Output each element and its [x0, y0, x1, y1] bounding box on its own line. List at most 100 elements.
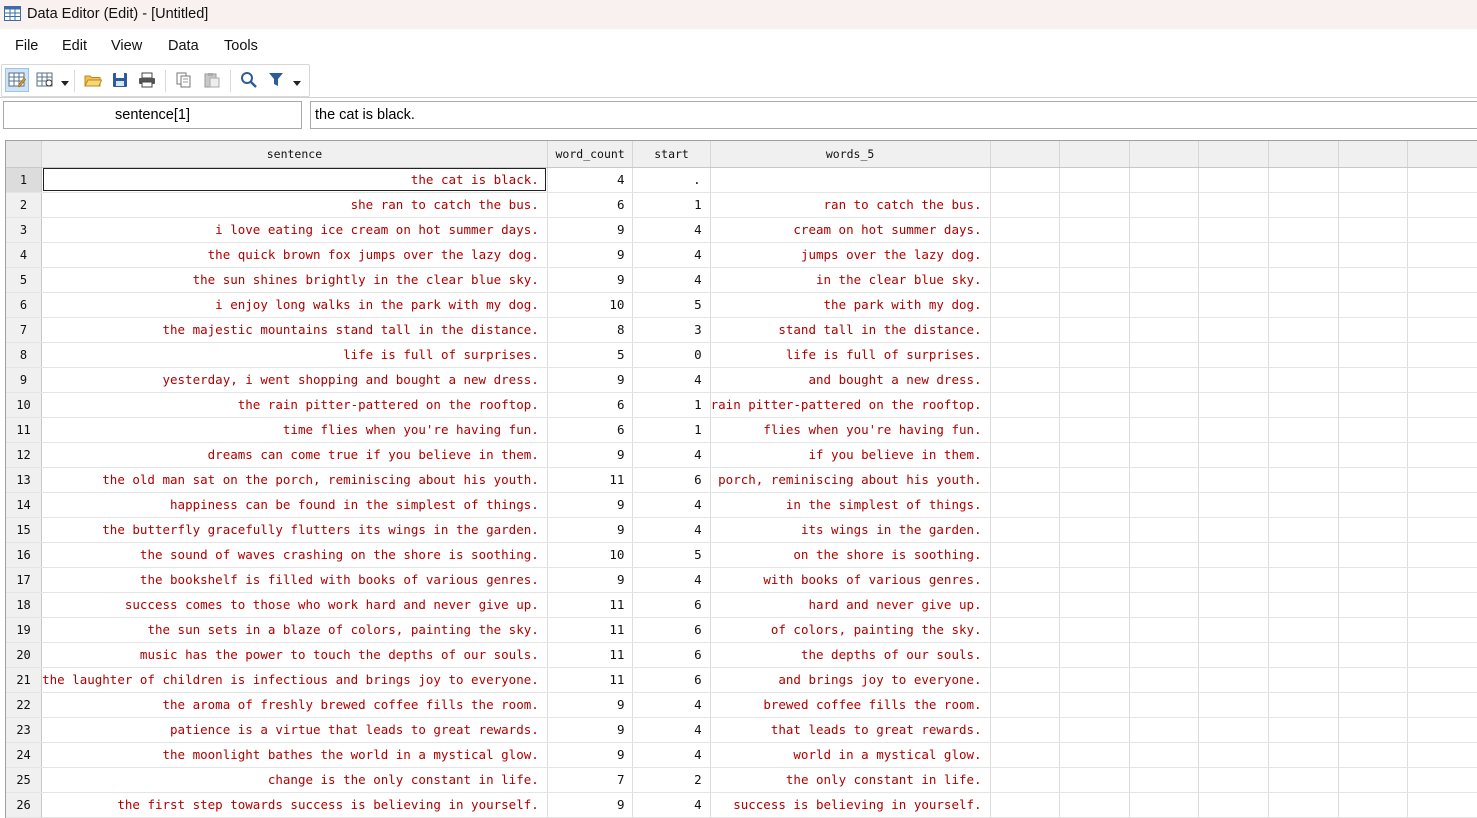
column-header-sentence[interactable]: sentence [41, 141, 548, 168]
cell-empty[interactable] [1129, 242, 1200, 268]
cell-empty[interactable] [1338, 692, 1409, 718]
cell-empty[interactable] [1198, 692, 1270, 718]
cell-words-5[interactable] [710, 167, 991, 193]
cell-empty[interactable] [1198, 617, 1270, 643]
cell-empty[interactable] [1129, 692, 1200, 718]
cell-word-count[interactable]: 11 [547, 617, 634, 643]
cell-empty[interactable] [1407, 442, 1477, 468]
cell-empty[interactable] [1268, 167, 1339, 193]
cell-word-count[interactable]: 6 [547, 417, 634, 443]
cell-empty[interactable] [1407, 642, 1477, 668]
cell-words-5[interactable]: the park with my dog. [710, 292, 991, 318]
cell-empty[interactable] [1059, 442, 1130, 468]
cell-empty[interactable] [1129, 517, 1200, 543]
cell-empty[interactable] [1129, 217, 1200, 243]
cell-empty[interactable] [1268, 467, 1339, 493]
cell-empty[interactable] [1129, 342, 1200, 368]
cell-empty[interactable] [1059, 517, 1130, 543]
cell-sentence[interactable]: the bookshelf is filled with books of va… [41, 567, 548, 593]
cell-empty[interactable] [990, 617, 1061, 643]
cell-empty[interactable] [1129, 792, 1200, 818]
cell-empty[interactable] [990, 367, 1061, 393]
cell-empty[interactable] [1059, 367, 1130, 393]
cell-start[interactable]: 1 [632, 192, 711, 218]
cell-empty[interactable] [1198, 442, 1270, 468]
cell-empty[interactable] [1129, 392, 1200, 418]
cell-word-count[interactable]: 9 [547, 367, 634, 393]
cell-empty[interactable] [1338, 267, 1409, 293]
cell-start[interactable]: 4 [632, 267, 711, 293]
cell-words-5[interactable]: on the shore is soothing. [710, 542, 991, 568]
cell-word-count[interactable]: 5 [547, 342, 634, 368]
cell-sentence[interactable]: the majestic mountains stand tall in the… [41, 317, 548, 343]
cell-empty[interactable] [1129, 442, 1200, 468]
cell-empty[interactable] [1059, 717, 1130, 743]
row-number[interactable]: 9 [6, 367, 43, 393]
cell-empty[interactable] [1338, 367, 1409, 393]
row-number[interactable]: 3 [6, 217, 43, 243]
cell-empty[interactable] [990, 192, 1061, 218]
cell-empty[interactable] [1059, 342, 1130, 368]
cell-start[interactable]: 5 [632, 292, 711, 318]
column-header-word-count[interactable]: word_count [547, 141, 634, 168]
cell-start[interactable]: 4 [632, 242, 711, 268]
cell-empty[interactable] [1338, 717, 1409, 743]
cell-empty[interactable] [1198, 767, 1270, 793]
cell-empty[interactable] [1338, 767, 1409, 793]
row-number[interactable]: 24 [6, 742, 43, 768]
cell-empty[interactable] [1338, 217, 1409, 243]
cell-word-count[interactable]: 10 [547, 292, 634, 318]
cell-empty[interactable] [1129, 417, 1200, 443]
cell-sentence[interactable]: the cat is black. [41, 167, 548, 193]
cell-empty[interactable] [1407, 492, 1477, 518]
cell-sentence[interactable]: the sun sets in a blaze of colors, paint… [41, 617, 548, 643]
cell-start[interactable]: 4 [632, 492, 711, 518]
edit-mode-icon[interactable] [5, 68, 29, 92]
cell-empty[interactable] [1268, 592, 1339, 618]
cell-sentence[interactable]: she ran to catch the bus. [41, 192, 548, 218]
cell-start[interactable]: 4 [632, 792, 711, 818]
row-number[interactable]: 7 [6, 317, 43, 343]
row-number[interactable]: 20 [6, 642, 43, 668]
cell-empty[interactable] [1407, 267, 1477, 293]
cell-empty[interactable] [1059, 192, 1130, 218]
cell-empty[interactable] [1268, 417, 1339, 443]
row-number[interactable]: 13 [6, 467, 43, 493]
cell-empty[interactable] [990, 517, 1061, 543]
cell-start[interactable]: 4 [632, 692, 711, 718]
cell-sentence[interactable]: i love eating ice cream on hot summer da… [41, 217, 548, 243]
cell-empty[interactable] [1268, 692, 1339, 718]
row-number[interactable]: 1 [6, 167, 43, 193]
cell-start[interactable]: 4 [632, 717, 711, 743]
cell-word-count[interactable]: 10 [547, 542, 634, 568]
cell-empty[interactable] [1268, 767, 1339, 793]
cell-start[interactable]: 1 [632, 417, 711, 443]
cell-sentence[interactable]: patience is a virtue that leads to great… [41, 717, 548, 743]
cell-words-5[interactable]: ran to catch the bus. [710, 192, 991, 218]
cell-start[interactable]: 0 [632, 342, 711, 368]
cell-empty[interactable] [1407, 617, 1477, 643]
cell-empty[interactable] [990, 417, 1061, 443]
cell-empty[interactable] [990, 242, 1061, 268]
cell-empty[interactable] [1268, 542, 1339, 568]
cell-words-5[interactable]: world in a mystical glow. [710, 742, 991, 768]
cell-empty[interactable] [1059, 467, 1130, 493]
cell-empty[interactable] [1268, 717, 1339, 743]
cell-empty[interactable] [1059, 492, 1130, 518]
cell-empty[interactable] [1129, 742, 1200, 768]
cell-empty[interactable] [1129, 617, 1200, 643]
cell-start[interactable]: . [632, 167, 711, 193]
chevron-down-icon[interactable] [292, 75, 302, 86]
cell-empty[interactable] [1059, 567, 1130, 593]
cell-empty[interactable] [1268, 492, 1339, 518]
row-number[interactable]: 15 [6, 517, 43, 543]
cell-words-5[interactable]: brewed coffee fills the room. [710, 692, 991, 718]
cell-empty[interactable] [1198, 217, 1270, 243]
cell-word-count[interactable]: 8 [547, 317, 634, 343]
save-icon[interactable] [108, 68, 132, 92]
cell-sentence[interactable]: time flies when you're having fun. [41, 417, 548, 443]
cell-word-count[interactable]: 9 [547, 492, 634, 518]
print-icon[interactable] [135, 68, 159, 92]
filter-icon[interactable] [264, 68, 288, 92]
cell-empty[interactable] [1059, 217, 1130, 243]
